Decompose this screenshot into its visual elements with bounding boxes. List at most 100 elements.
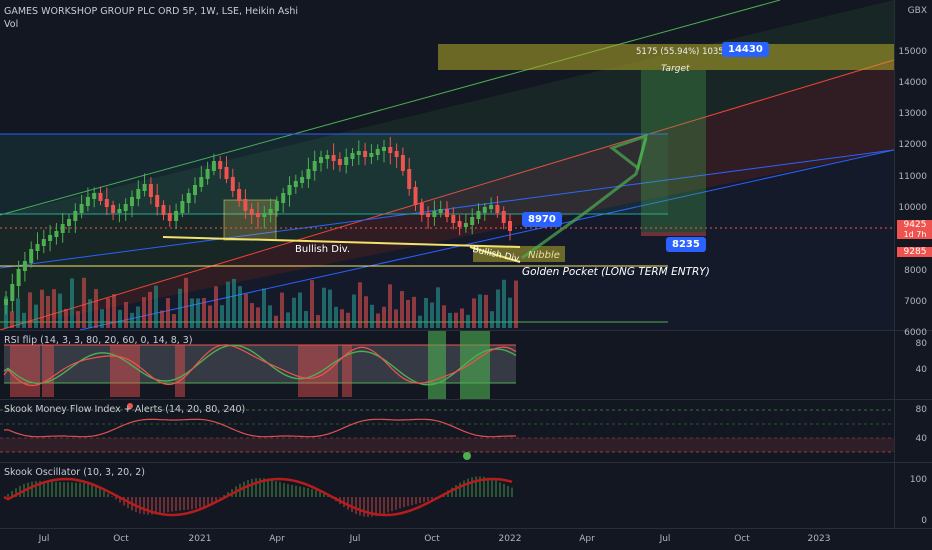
volume-bar	[64, 308, 68, 328]
time-tick: Apr	[269, 534, 285, 544]
price-tick: 13000	[898, 109, 927, 119]
candle-body	[337, 159, 342, 165]
volume-bar	[334, 306, 338, 328]
time-axis[interactable]	[0, 529, 894, 550]
osc-tick: 100	[909, 475, 927, 485]
volume-bar	[166, 297, 170, 328]
candle-body	[60, 224, 65, 233]
volume-bar	[172, 314, 176, 328]
volume-bar	[442, 305, 446, 328]
time-tick: Oct	[424, 534, 440, 544]
main-price-pane[interactable]: GAMES WORKSHOP GROUP PLC ORD 5P, 1W, LSE…	[0, 0, 894, 330]
candle-body	[98, 193, 103, 201]
candle-body	[432, 211, 437, 217]
candle-body	[268, 209, 273, 215]
candle-body	[85, 197, 90, 206]
volume-bar	[328, 289, 332, 328]
candle-body	[249, 209, 254, 215]
price-axis[interactable]: GBX 15000 14000 13000 12000 11000 10000 …	[894, 0, 932, 528]
volume-bar	[340, 309, 344, 328]
oscillator-pane[interactable]: Skook Oscillator (10, 3, 20, 2)	[0, 463, 894, 528]
candle-body	[67, 219, 71, 226]
rsi-overbought-zone	[42, 345, 54, 397]
candle-body	[243, 199, 248, 211]
candle-body	[136, 189, 141, 199]
rsi-pane[interactable]: RSI flip (14, 3, 3, 80, 20, 60, 0, 14, 8…	[0, 331, 894, 399]
time-tick: Jul	[38, 534, 50, 544]
volume-bar	[100, 309, 104, 328]
volume-bar	[268, 305, 272, 328]
rsi-overbought-zone	[10, 345, 40, 397]
volume-bar	[58, 293, 62, 328]
volume-bar	[28, 292, 32, 328]
candle-body	[426, 213, 431, 217]
symbol-legend[interactable]: GAMES WORKSHOP GROUP PLC ORD 5P, 1W, LSE…	[4, 6, 298, 17]
candle-body	[22, 261, 27, 271]
candle-body	[470, 217, 475, 225]
support-price-tag[interactable]: 8235	[666, 237, 706, 252]
candle-body	[10, 284, 15, 301]
candle-body	[274, 201, 279, 211]
volume-bar	[460, 308, 464, 328]
candle-body	[445, 209, 449, 217]
oscillator-legend[interactable]: Skook Oscillator (10, 3, 20, 2)	[4, 467, 145, 478]
candle-body	[325, 155, 330, 159]
volume-bar	[34, 304, 38, 328]
volume-bar	[22, 312, 26, 328]
candle-body	[224, 167, 229, 179]
candle-body	[388, 147, 393, 153]
volume-bar	[514, 280, 518, 328]
volume-bar	[424, 297, 428, 328]
candle-body	[92, 193, 97, 199]
volume-bar	[448, 312, 452, 328]
candle-body	[382, 147, 386, 151]
mfi-tick: 40	[915, 434, 927, 444]
volume-bar	[214, 286, 218, 328]
target-stats-label: 5175 (55.94%) 1035	[636, 47, 724, 57]
candle-body	[489, 205, 494, 209]
price-tick: 11000	[898, 172, 927, 182]
mfi-legend[interactable]: Skook Money Flow Index + Alerts (14, 20,…	[4, 404, 245, 415]
candle-body	[463, 223, 468, 227]
candle-body	[230, 177, 235, 191]
volume-legend[interactable]: Vol	[4, 19, 18, 30]
volume-bar	[190, 298, 194, 328]
target-price-tag[interactable]: 14430	[722, 42, 769, 57]
candle-body	[104, 199, 109, 207]
candle-body	[306, 169, 311, 179]
volume-bar	[490, 311, 494, 328]
candle-body	[130, 197, 134, 206]
volume-bar	[406, 299, 410, 328]
candle-body	[123, 204, 128, 211]
chart-frame[interactable]: GAMES WORKSHOP GROUP PLC ORD 5P, 1W, LSE…	[0, 0, 932, 550]
volume-bar	[352, 294, 356, 328]
mfi-pane[interactable]: Skook Money Flow Index + Alerts (14, 20,…	[0, 400, 894, 462]
rsi-overbought-zone	[110, 345, 140, 397]
candle-body	[413, 187, 418, 205]
volume-bar	[94, 289, 98, 328]
accumulation-box	[223, 199, 277, 241]
candle-body	[237, 189, 242, 201]
volume-bar	[178, 288, 182, 328]
mfi-line	[3, 418, 516, 438]
volume-bar	[196, 298, 200, 328]
price-tick: 14000	[898, 78, 927, 88]
stop-box	[641, 232, 706, 236]
volume-bar	[88, 299, 92, 328]
candle-body	[363, 151, 368, 157]
volume-bar	[346, 312, 350, 328]
rsi-legend[interactable]: RSI flip (14, 3, 3, 80, 20, 60, 0, 14, 8…	[4, 335, 193, 346]
mfi-low-zone	[0, 438, 894, 452]
volume-bar	[400, 291, 404, 328]
volume-bar	[454, 312, 458, 328]
volume-bar	[202, 297, 206, 328]
candle-body	[193, 185, 197, 195]
volume-bar	[394, 309, 398, 328]
entry-price-tag[interactable]: 8970	[522, 212, 562, 227]
candle-body	[281, 193, 286, 203]
volume-bar	[502, 279, 506, 328]
volume-bar	[298, 292, 302, 328]
price-tick: 15000	[898, 47, 927, 57]
golden-pocket-label: Golden Pocket (LONG TERM ENTRY)	[522, 266, 710, 278]
volume-bar	[430, 302, 434, 328]
